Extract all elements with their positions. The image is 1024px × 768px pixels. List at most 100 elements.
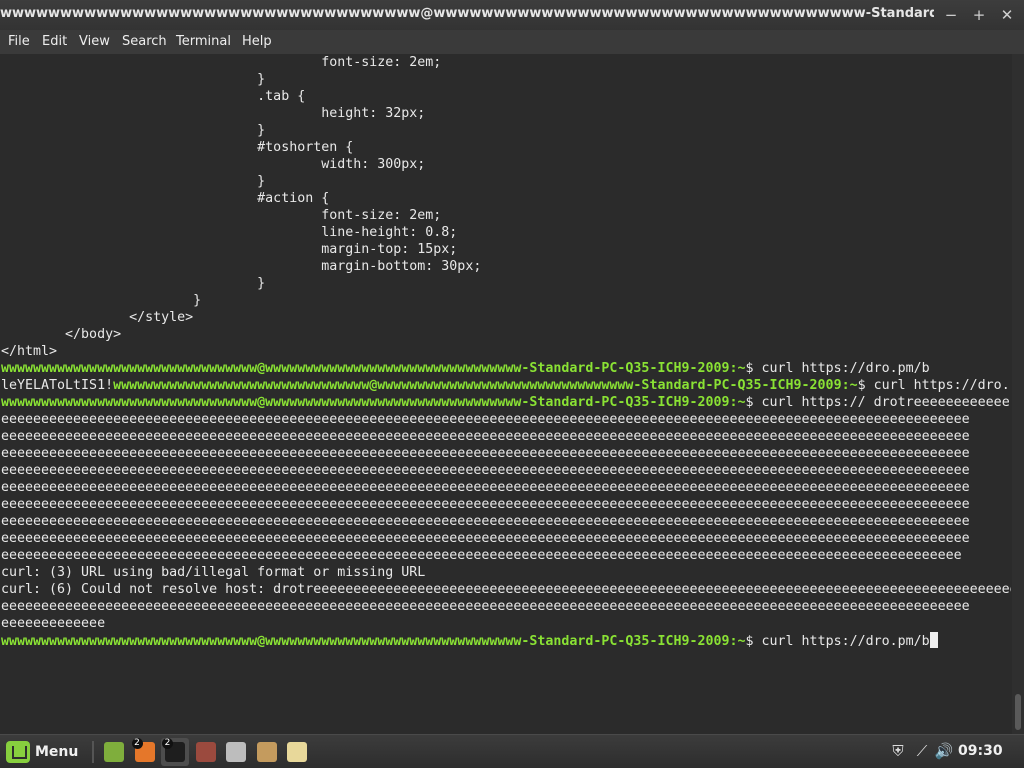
terminal-prompt-line: wwwwwwwwwwwwwwwwwwwwwwwwwwwwwwww@wwwwwww… xyxy=(1,394,1011,411)
window-titlebar[interactable]: wwwwwwwwwwwwwwwwwwwwwwwwwwwwwwwwwww@wwww… xyxy=(0,0,1024,30)
menu-bar: File Edit View Search Terminal Help xyxy=(0,30,1024,54)
output-text: line-height: 0.8; xyxy=(1,225,458,240)
terminal-line: width: 300px; xyxy=(1,156,1011,173)
window-count-badge: 2 xyxy=(131,738,143,749)
notes-launcher-icon xyxy=(287,742,307,762)
terminal-line: #action { xyxy=(1,190,1011,207)
shield-icon[interactable]: ⛨ xyxy=(888,741,908,761)
calculator-launcher-icon xyxy=(226,742,246,762)
output-text: eeeeeeeeeeeeeeeeeeeeeeeeeeeeeeeeeeeeeeee… xyxy=(1,463,970,478)
window-count-badge: 2 xyxy=(162,738,173,749)
clock[interactable]: 09:30 xyxy=(958,743,1003,759)
terminal-line: </style> xyxy=(1,309,1011,326)
firefox-launcher-button[interactable]: 2 xyxy=(131,738,159,766)
prompt-text: wwwwwwwwwwwwwwwwwwwwwwwwwwwwwwww@wwwwwww… xyxy=(113,378,858,393)
maximize-button[interactable]: + xyxy=(968,4,990,26)
terminal-line: } xyxy=(1,292,1011,309)
menu-view[interactable]: View xyxy=(79,34,110,49)
terminal-line: font-size: 2em; xyxy=(1,54,1011,71)
terminal-line: </html> xyxy=(1,343,1011,360)
output-text: </html> xyxy=(1,344,58,359)
output-text: .tab { xyxy=(1,89,306,104)
terminal-output-text: leYELAToLtIS1! xyxy=(1,378,114,393)
terminal-line: height: 32px; xyxy=(1,105,1011,122)
terminal-line: margin-bottom: 30px; xyxy=(1,258,1011,275)
terminal-line: line-height: 0.8; xyxy=(1,224,1011,241)
output-text: eeeeeeeeeeeeeeeeeeeeeeeeeeeeeeeeeeeeeeee… xyxy=(1,497,970,512)
output-text: eeeeeeeeeeeeeeeeeeeeeeeeeeeeeeeeeeeeeeee… xyxy=(1,429,970,444)
text-editor-launcher-button[interactable] xyxy=(192,738,220,766)
menu-search[interactable]: Search xyxy=(122,34,167,49)
scrollbar-thumb[interactable] xyxy=(1015,694,1021,730)
output-text: font-size: 2em; xyxy=(1,55,442,70)
terminal-line: eeeeeeeeeeeee xyxy=(1,615,1011,632)
output-text: } xyxy=(1,293,202,308)
output-text: width: 300px; xyxy=(1,157,426,172)
volume-icon[interactable]: 🔊 xyxy=(934,741,954,761)
menu-button-label: Menu xyxy=(35,744,79,760)
menu-terminal[interactable]: Terminal xyxy=(176,34,231,49)
files-launcher-icon xyxy=(104,742,124,762)
output-text: margin-top: 15px; xyxy=(1,242,458,257)
output-text: } xyxy=(1,174,266,189)
terminal-line: eeeeeeeeeeeeeeeeeeeeeeeeeeeeeeeeeeeeeeee… xyxy=(1,445,1011,462)
terminal-line: #toshorten { xyxy=(1,139,1011,156)
terminal-line: font-size: 2em; xyxy=(1,207,1011,224)
terminal-line: eeeeeeeeeeeeeeeeeeeeeeeeeeeeeeeeeeeeeeee… xyxy=(1,479,1011,496)
terminal-line: } xyxy=(1,275,1011,292)
output-text: curl: (3) URL using bad/illegal format o… xyxy=(1,565,426,580)
terminal-line: eeeeeeeeeeeeeeeeeeeeeeeeeeeeeeeeeeeeeeee… xyxy=(1,428,1011,445)
output-text: eeeeeeeeeeeeeeeeeeeeeeeeeeeeeeeeeeeeeeee… xyxy=(1,514,970,529)
taskbar: Menu 2 2 ⛨ ⟋ 🔊 09:30 xyxy=(0,734,1024,768)
output-text: </body> xyxy=(1,327,122,342)
terminal-line: eeeeeeeeeeeeeeeeeeeeeeeeeeeeeeeeeeeeeeee… xyxy=(1,462,1011,479)
terminal-prompt-line: wwwwwwwwwwwwwwwwwwwwwwwwwwwwwwww@wwwwwww… xyxy=(1,360,1011,377)
terminal-line: } xyxy=(1,122,1011,139)
terminal-scrollbar[interactable] xyxy=(1012,54,1024,734)
menu-file[interactable]: File xyxy=(8,34,30,49)
menu-button[interactable]: Menu xyxy=(4,739,84,765)
terminal-launcher-button[interactable]: 2 xyxy=(161,738,189,766)
package-manager-launcher-button[interactable] xyxy=(253,738,281,766)
command-text: $ curl https://dro.pm/b xyxy=(745,361,930,376)
minimize-button[interactable]: − xyxy=(940,4,962,26)
mint-logo-icon xyxy=(6,741,30,763)
notes-launcher-button[interactable] xyxy=(283,738,311,766)
output-text: } xyxy=(1,123,266,138)
command-text: $ curl https:// drotreeeeeeeeeeee xyxy=(745,395,1010,410)
output-text: #action { xyxy=(1,191,330,206)
terminal-line: .tab { xyxy=(1,88,1011,105)
files-launcher-button[interactable] xyxy=(100,738,128,766)
output-text: font-size: 2em; xyxy=(1,208,442,223)
terminal-line: eeeeeeeeeeeeeeeeeeeeeeeeeeeeeeeeeeeeeeee… xyxy=(1,496,1011,513)
output-text: eeeeeeeeeeeeeeeeeeeeeeeeeeeeeeeeeeeeeeee… xyxy=(1,548,962,563)
terminal-line: } xyxy=(1,173,1011,190)
terminal-line: margin-top: 15px; xyxy=(1,241,1011,258)
output-text: curl: (6) Could not resolve host: drotre… xyxy=(1,582,1011,597)
terminal-line: eeeeeeeeeeeeeeeeeeeeeeeeeeeeeeeeeeeeeeee… xyxy=(1,411,1011,428)
taskbar-separator xyxy=(92,741,94,763)
output-text: eeeeeeeeeeeeeeeeeeeeeeeeeeeeeeeeeeeeeeee… xyxy=(1,446,970,461)
prompt-text: wwwwwwwwwwwwwwwwwwwwwwwwwwwwwwww@wwwwwww… xyxy=(1,395,746,410)
terminal-output[interactable]: font-size: 2em; } .tab { height: 32px; } xyxy=(0,54,1012,734)
text-cursor xyxy=(929,632,938,648)
output-text: eeeeeeeeeeeeeeeeeeeeeeeeeeeeeeeeeeeeeeee… xyxy=(1,412,970,427)
menu-help[interactable]: Help xyxy=(242,34,272,49)
output-text: margin-bottom: 30px; xyxy=(1,259,482,274)
prompt-text: wwwwwwwwwwwwwwwwwwwwwwwwwwwwwwww@wwwwwww… xyxy=(1,634,746,649)
menu-edit[interactable]: Edit xyxy=(42,34,67,49)
close-button[interactable]: ✕ xyxy=(996,4,1018,26)
prompt-text: wwwwwwwwwwwwwwwwwwwwwwwwwwwwwwww@wwwwwww… xyxy=(1,361,746,376)
calculator-launcher-button[interactable] xyxy=(222,738,250,766)
terminal-line: eeeeeeeeeeeeeeeeeeeeeeeeeeeeeeeeeeeeeeee… xyxy=(1,530,1011,547)
command-text: $ curl https://dro.pm/b xyxy=(745,634,930,649)
output-text: </style> xyxy=(1,310,194,325)
output-text: eeeeeeeeeeeee xyxy=(1,616,106,631)
output-text: eeeeeeeeeeeeeeeeeeeeeeeeeeeeeeeeeeeeeeee… xyxy=(1,531,970,546)
network-icon[interactable]: ⟋ xyxy=(912,741,932,761)
terminal-line: </body> xyxy=(1,326,1011,343)
terminal-prompt-line: leYELAToLtIS1!wwwwwwwwwwwwwwwwwwwwwwwwww… xyxy=(1,377,1011,394)
output-text: #toshorten { xyxy=(1,140,354,155)
package-manager-launcher-icon xyxy=(256,742,277,762)
output-text: eeeeeeeeeeeeeeeeeeeeeeeeeeeeeeeeeeeeeeee… xyxy=(1,599,970,614)
